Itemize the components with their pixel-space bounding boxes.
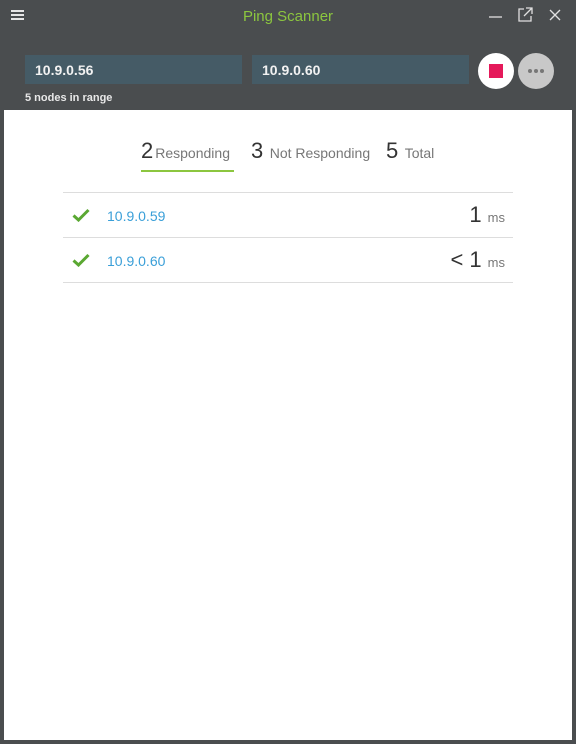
app-window: Ping Scanner 5 nodes in range bbox=[0, 0, 576, 744]
results-panel: 2 Responding 3 Not Responding 5 Total 10.… bbox=[4, 110, 572, 740]
tab-count: 5 bbox=[386, 138, 399, 163]
results-list: 10.9.0.59 1 ms 10.9.0.60 < 1 ms bbox=[63, 192, 513, 283]
stop-button[interactable] bbox=[478, 53, 514, 89]
popout-icon[interactable] bbox=[516, 6, 534, 24]
latency-number: < 1 bbox=[450, 247, 482, 272]
start-ip-input[interactable] bbox=[25, 55, 242, 84]
end-ip-input[interactable] bbox=[252, 55, 469, 84]
tab-not-responding[interactable]: 3 Not Responding bbox=[251, 138, 370, 170]
tab-responding[interactable]: 2 Responding bbox=[141, 138, 234, 172]
tab-label: Total bbox=[404, 145, 435, 161]
check-icon bbox=[72, 208, 90, 222]
host-ip-link[interactable]: 10.9.0.60 bbox=[107, 253, 165, 269]
latency-number: 1 bbox=[469, 202, 482, 227]
check-icon bbox=[72, 253, 90, 267]
minimize-icon[interactable] bbox=[487, 6, 505, 24]
latency-unit: ms bbox=[487, 210, 505, 225]
host-ip-link[interactable]: 10.9.0.59 bbox=[107, 208, 165, 224]
more-button[interactable] bbox=[518, 53, 554, 89]
tab-count: 2 bbox=[141, 138, 154, 163]
list-item: 10.9.0.59 1 ms bbox=[63, 193, 513, 238]
latency-unit: ms bbox=[487, 255, 505, 270]
latency-value: 1 ms bbox=[469, 202, 505, 228]
tab-count: 3 bbox=[251, 138, 264, 163]
stop-icon bbox=[489, 64, 503, 78]
title-bar: Ping Scanner bbox=[0, 0, 576, 32]
tab-label: Responding bbox=[155, 145, 230, 161]
tab-total[interactable]: 5 Total bbox=[386, 138, 434, 170]
list-item: 10.9.0.60 < 1 ms bbox=[63, 238, 513, 283]
range-info: 5 nodes in range bbox=[25, 92, 113, 104]
tab-label: Not Responding bbox=[269, 145, 371, 161]
latency-value: < 1 ms bbox=[450, 247, 505, 273]
close-icon[interactable] bbox=[546, 6, 564, 24]
filter-tabs: 2 Responding 3 Not Responding 5 Total bbox=[4, 138, 572, 172]
